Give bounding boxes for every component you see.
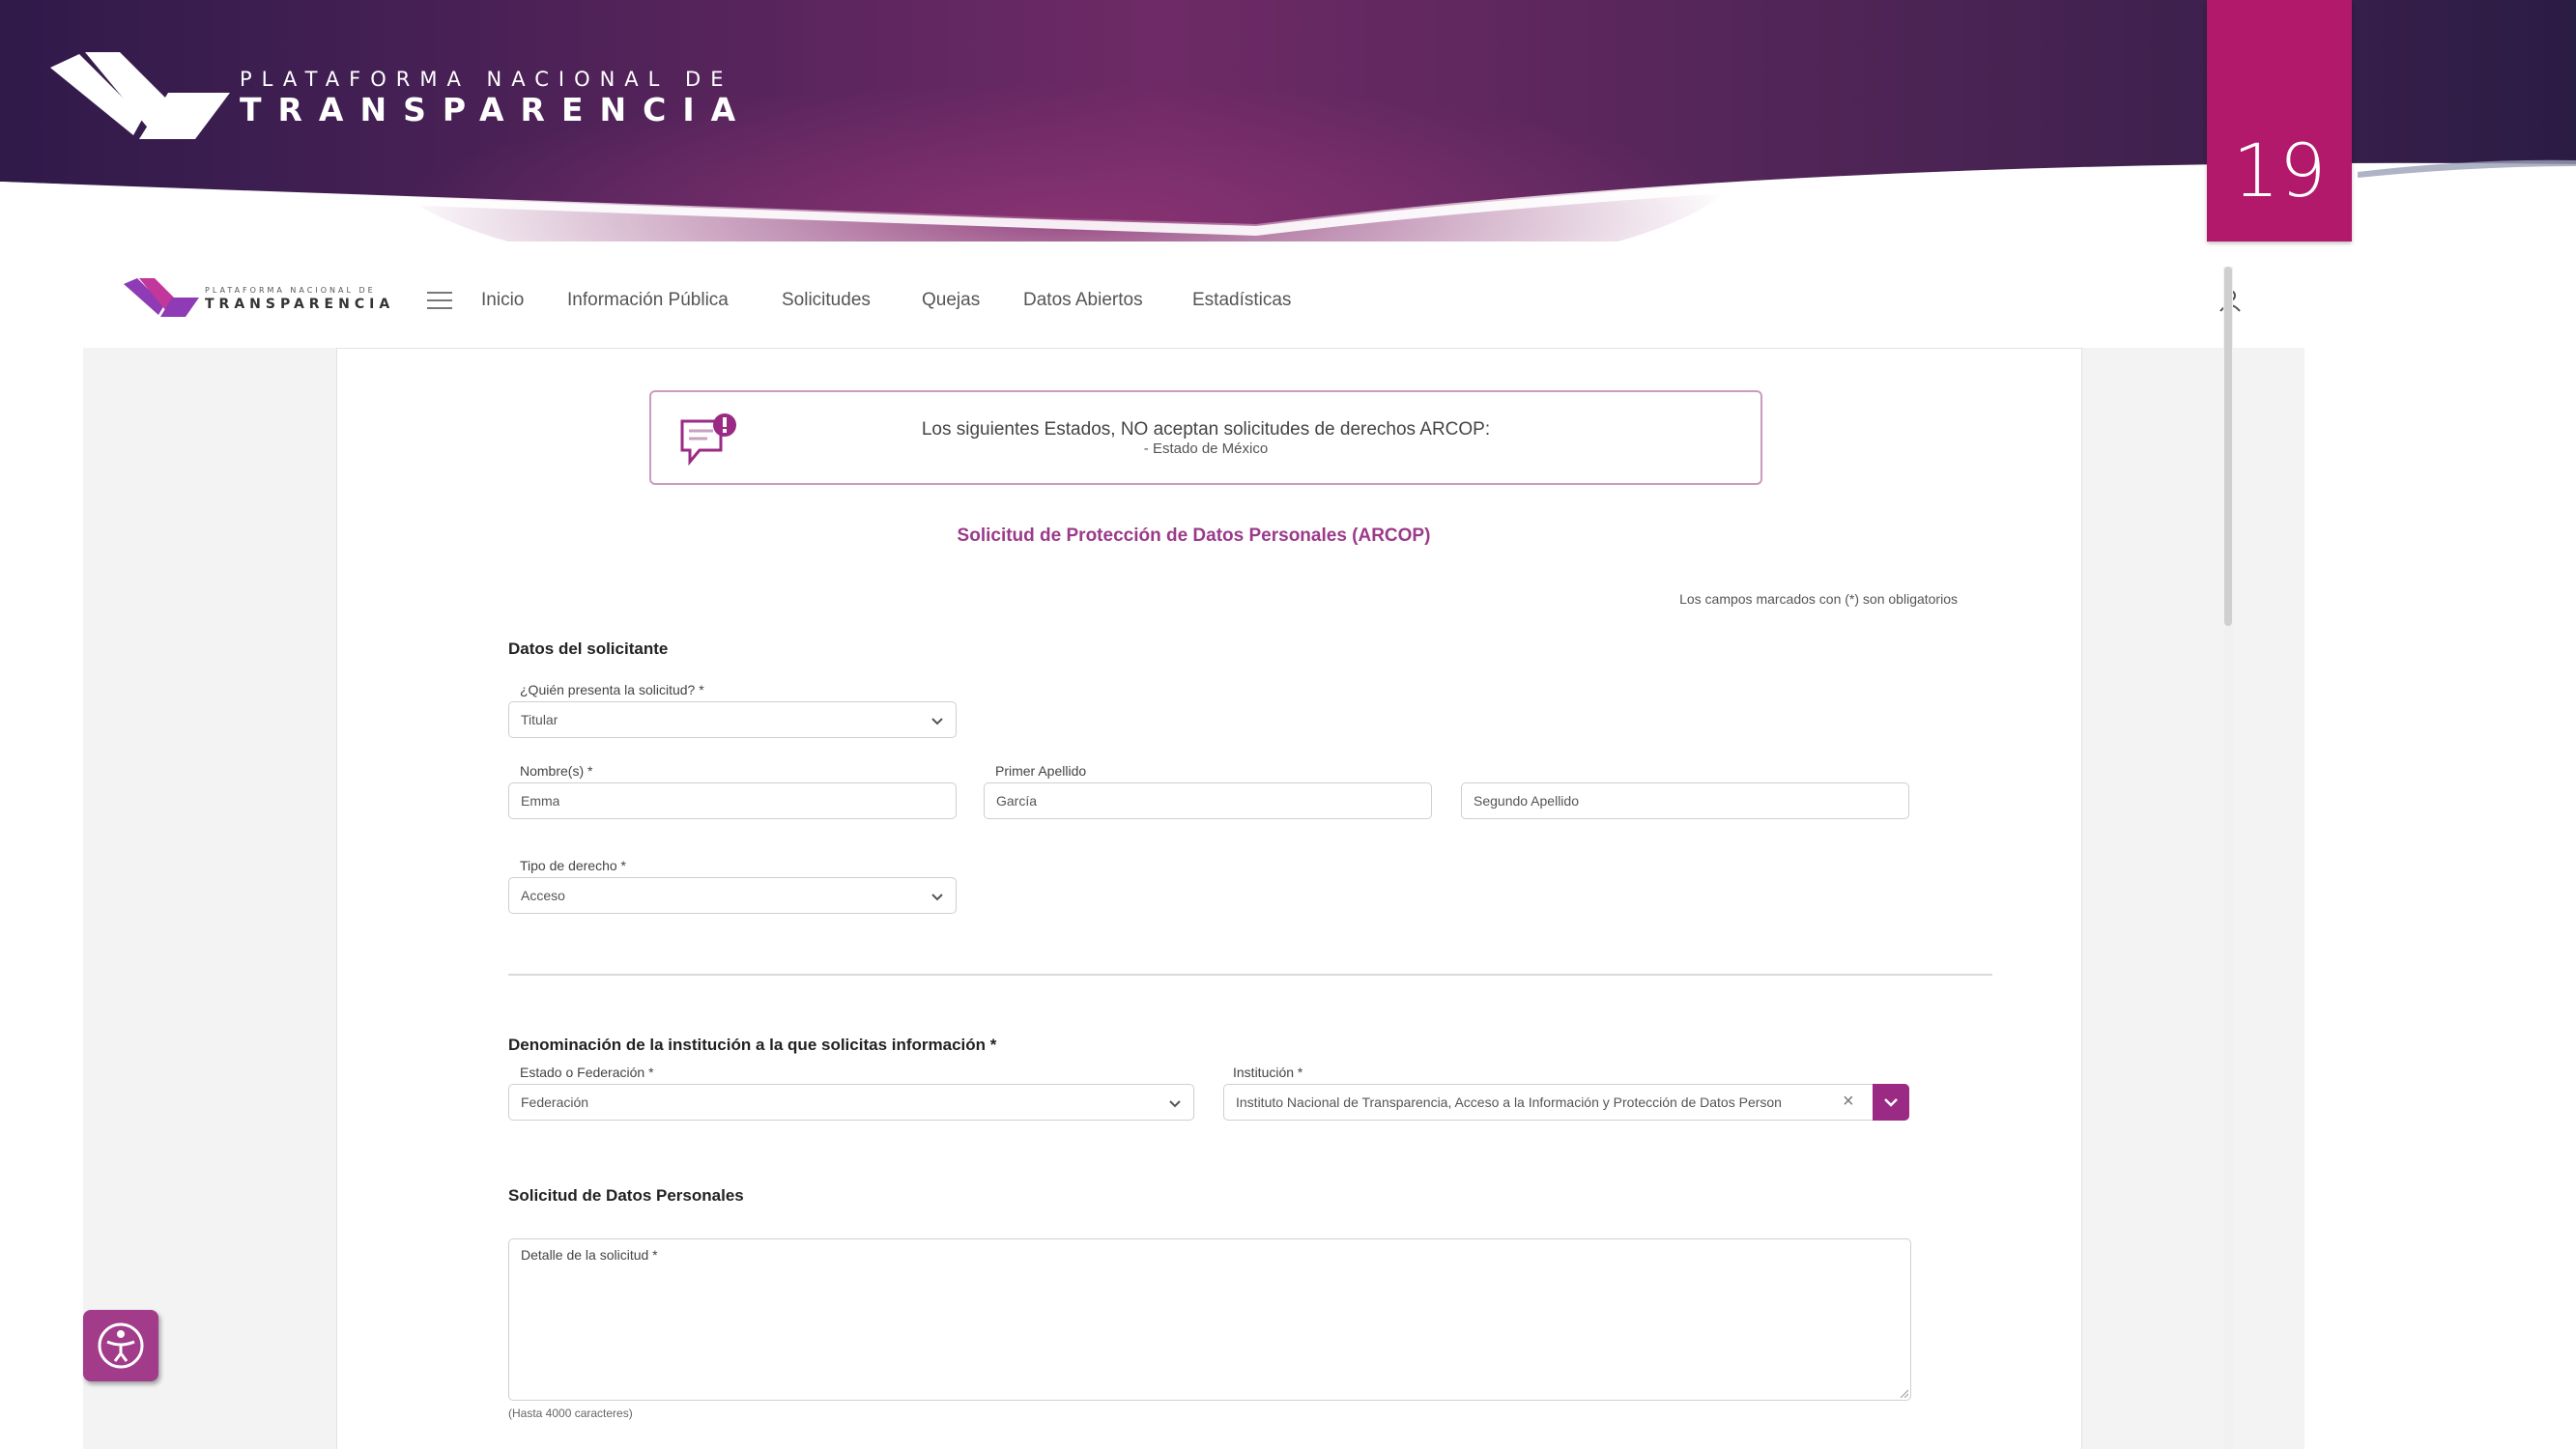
right-type-select-value: Acceso bbox=[521, 888, 565, 903]
surname1-label: Primer Apellido bbox=[995, 763, 1087, 779]
surname1-input-value: García bbox=[996, 793, 1038, 809]
slide-number: 19 bbox=[2232, 128, 2327, 213]
pnt-logo-mark-icon bbox=[50, 52, 230, 139]
name-input-value: Emma bbox=[521, 793, 560, 809]
top-navigation: PLATAFORMA NACIONAL DE TRANSPARENCIA Ini… bbox=[83, 263, 2304, 349]
state-label: Estado o Federación * bbox=[520, 1065, 654, 1080]
request-detail-label: Detalle de la solicitud * bbox=[521, 1247, 658, 1263]
institution-label: Institución * bbox=[1233, 1065, 1303, 1080]
clear-icon[interactable]: × bbox=[1843, 1091, 1854, 1113]
form-title: Solicitud de Protección de Datos Persona… bbox=[957, 526, 1431, 546]
nav-item-quejas[interactable]: Quejas bbox=[922, 290, 980, 311]
who-label: ¿Quién presenta la solicitud? * bbox=[520, 682, 704, 697]
chevron-down-icon bbox=[1884, 1098, 1898, 1107]
page-scrollbar[interactable] bbox=[2223, 267, 2233, 1449]
left-gutter bbox=[83, 348, 337, 1449]
slide-brand-logo: PLATAFORMA NACIONAL DE TRANSPARENCIA bbox=[50, 50, 746, 147]
app-logo-line1: PLATAFORMA NACIONAL DE bbox=[205, 286, 376, 295]
resize-handle-icon[interactable] bbox=[1899, 1388, 1908, 1398]
char-limit-hint: (Hasta 4000 caracteres) bbox=[508, 1406, 633, 1420]
right-type-label: Tipo de derecho * bbox=[520, 858, 626, 873]
surname1-input[interactable]: García bbox=[984, 782, 1432, 819]
accessibility-icon bbox=[98, 1322, 144, 1369]
section-request-title: Solicitud de Datos Personales bbox=[508, 1186, 744, 1205]
app-logo-mark-icon bbox=[124, 278, 199, 317]
who-select[interactable]: Titular bbox=[508, 701, 957, 738]
nav-item-estadisticas[interactable]: Estadísticas bbox=[1192, 290, 1291, 311]
nav-item-solicitudes[interactable]: Solicitudes bbox=[782, 290, 871, 311]
who-select-value: Titular bbox=[521, 712, 558, 727]
state-select-value: Federación bbox=[521, 1094, 589, 1110]
institution-select[interactable]: Instituto Nacional de Transparencia, Acc… bbox=[1223, 1084, 1909, 1121]
nav-item-datos-abiertos[interactable]: Datos Abiertos bbox=[1023, 290, 1143, 311]
app-logo-line2: TRANSPARENCIA bbox=[205, 297, 395, 312]
chevron-down-icon bbox=[1169, 1100, 1181, 1108]
app-logo[interactable]: PLATAFORMA NACIONAL DE TRANSPARENCIA bbox=[124, 278, 394, 319]
section-divider bbox=[508, 974, 1992, 976]
arcop-alert: Los siguientes Estados, NO aceptan solic… bbox=[649, 390, 1762, 485]
surname2-input[interactable]: Segundo Apellido bbox=[1461, 782, 1909, 819]
request-detail-textarea[interactable]: Detalle de la solicitud * bbox=[508, 1238, 1911, 1401]
nav-item-informacion-publica[interactable]: Información Pública bbox=[567, 290, 729, 311]
alert-state-item: - Estado de México bbox=[1143, 440, 1269, 457]
surname2-input-value: Segundo Apellido bbox=[1474, 793, 1579, 809]
app-screenshot: PLATAFORMA NACIONAL DE TRANSPARENCIA Ini… bbox=[83, 263, 2304, 1449]
nav-item-inicio[interactable]: Inicio bbox=[481, 290, 524, 311]
required-fields-note: Los campos marcados con (*) son obligato… bbox=[1679, 591, 1958, 607]
slide-brand-line1: PLATAFORMA NACIONAL DE bbox=[240, 68, 733, 91]
state-select[interactable]: Federación bbox=[508, 1084, 1194, 1121]
section-institution-title: Denominación de la institución a la que … bbox=[508, 1036, 997, 1054]
section-applicant-title: Datos del solicitante bbox=[508, 639, 669, 658]
slide-brand-line2: TRANSPARENCIA bbox=[240, 91, 753, 128]
chevron-down-icon bbox=[931, 718, 943, 725]
slide-number-box: 19 bbox=[2207, 0, 2352, 242]
name-input[interactable]: Emma bbox=[508, 782, 957, 819]
right-type-select[interactable]: Acceso bbox=[508, 877, 957, 914]
right-gutter bbox=[2081, 348, 2304, 1449]
alert-message: Los siguientes Estados, NO aceptan solic… bbox=[921, 419, 1491, 440]
name-label: Nombre(s) * bbox=[520, 763, 593, 779]
institution-select-value: Instituto Nacional de Transparencia, Acc… bbox=[1236, 1094, 1782, 1110]
accessibility-button[interactable] bbox=[83, 1310, 158, 1381]
hamburger-icon[interactable] bbox=[427, 292, 452, 311]
chevron-down-icon bbox=[931, 894, 943, 901]
scrollbar-thumb[interactable] bbox=[2224, 267, 2232, 626]
institution-dropdown-button[interactable] bbox=[1873, 1084, 1909, 1121]
